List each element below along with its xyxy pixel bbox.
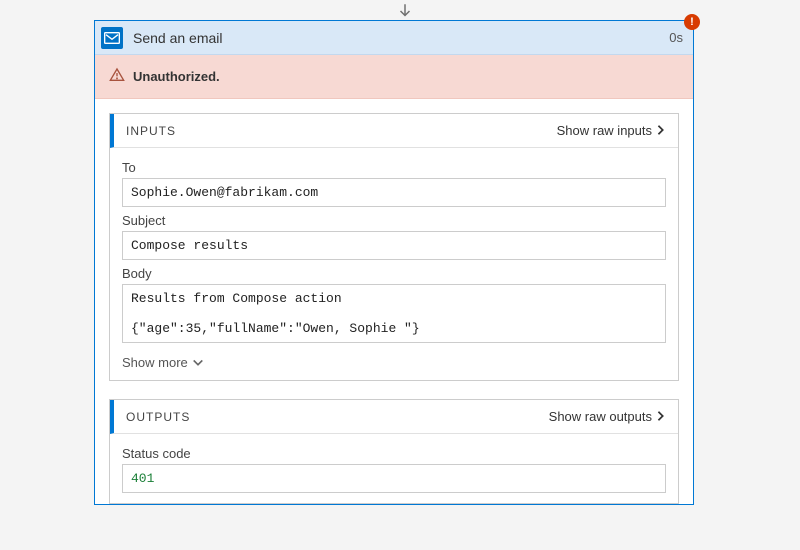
chevron-right-icon xyxy=(656,410,666,424)
show-raw-outputs-label: Show raw outputs xyxy=(549,409,652,424)
error-badge-icon: ! xyxy=(684,14,700,30)
subject-label: Subject xyxy=(122,213,666,228)
show-raw-inputs-link[interactable]: Show raw inputs xyxy=(557,123,666,138)
show-more-label: Show more xyxy=(122,355,188,370)
to-value[interactable]: Sophie.Owen@fabrikam.com xyxy=(122,178,666,207)
status-code-label: Status code xyxy=(122,446,666,461)
body-value[interactable]: Results from Compose action {"age":35,"f… xyxy=(122,284,666,343)
inputs-title: INPUTS xyxy=(126,124,557,138)
subject-value[interactable]: Compose results xyxy=(122,231,666,260)
chevron-right-icon xyxy=(656,124,666,138)
action-card: ! Send an email 0s Unauthorized. xyxy=(94,20,694,505)
card-header[interactable]: Send an email 0s xyxy=(95,21,693,55)
show-raw-inputs-label: Show raw inputs xyxy=(557,123,652,138)
card-duration: 0s xyxy=(669,30,683,45)
inputs-section: INPUTS Show raw inputs To Sophie.Owen@fa… xyxy=(109,113,679,381)
warning-icon xyxy=(109,67,125,86)
outlook-icon xyxy=(101,27,123,49)
show-raw-outputs-link[interactable]: Show raw outputs xyxy=(549,409,666,424)
error-message: Unauthorized. xyxy=(133,69,220,84)
body-field: Body Results from Compose action {"age":… xyxy=(122,266,666,343)
error-bar: Unauthorized. xyxy=(95,55,693,99)
subject-field: Subject Compose results xyxy=(122,213,666,260)
outputs-title: OUTPUTS xyxy=(126,410,549,424)
body-label: Body xyxy=(122,266,666,281)
card-title: Send an email xyxy=(133,30,669,46)
status-code-field: Status code 401 xyxy=(122,446,666,493)
chevron-down-icon xyxy=(192,356,204,370)
to-label: To xyxy=(122,160,666,175)
outputs-section: OUTPUTS Show raw outputs Status code 401 xyxy=(109,399,679,504)
to-field: To Sophie.Owen@fabrikam.com xyxy=(122,160,666,207)
status-code-value[interactable]: 401 xyxy=(122,464,666,493)
show-more-link[interactable]: Show more xyxy=(122,355,204,370)
